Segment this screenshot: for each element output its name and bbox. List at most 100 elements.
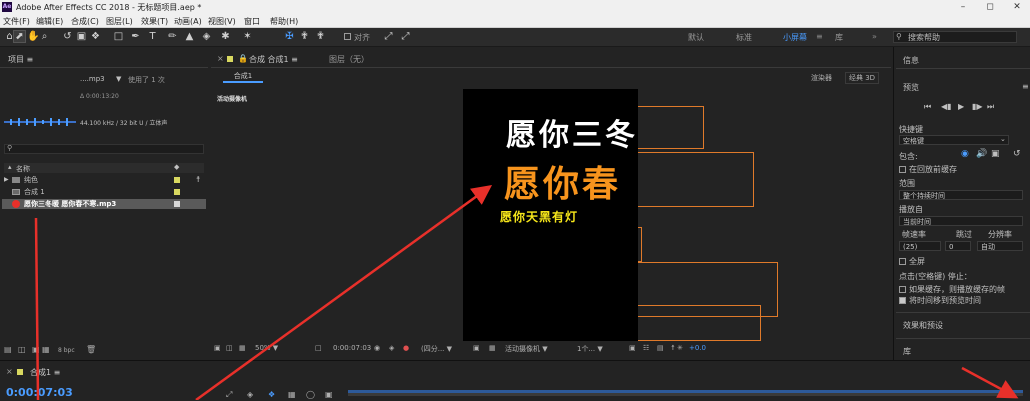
classic-3d-button[interactable]: 经典 3D (845, 72, 880, 84)
framerate-dropdown[interactable]: (25) (899, 241, 941, 251)
type-tool-icon[interactable]: T (147, 31, 158, 42)
snap-option-icon[interactable]: ⤢ (400, 31, 411, 42)
stop-option-1-checkbox[interactable] (899, 286, 906, 293)
menu-effect[interactable]: 效果(T) (141, 16, 168, 27)
layer-tab[interactable]: 图层（无） (329, 54, 369, 65)
brush-tool-icon[interactable]: ✏ (167, 31, 178, 42)
list-item[interactable]: 合成 1 (2, 187, 206, 197)
cache-before-play-checkbox[interactable] (899, 166, 906, 173)
subtitle-line-1[interactable]: 愿你三冬 (506, 110, 638, 154)
flowchart-icon[interactable]: ☨ (196, 175, 200, 185)
workspace-library[interactable]: 库 (835, 32, 843, 43)
menu-composition[interactable]: 合成(C) (71, 16, 99, 27)
reset-exposure-icon[interactable]: ✳ (677, 344, 683, 352)
workspace-standard[interactable]: 标准 (736, 32, 752, 43)
local-axis-icon[interactable]: ✠ (284, 31, 295, 42)
timeline-tab[interactable]: 合成1 ≡ (30, 367, 60, 378)
comp-tab[interactable]: 合成 合成1 ≡ (249, 54, 298, 65)
views-dropdown[interactable]: 1个... ▼ (577, 344, 603, 354)
preview-tab[interactable]: 预览 (903, 82, 919, 93)
effects-presets-tab[interactable]: 效果和预设 (903, 320, 943, 331)
label-color[interactable] (174, 189, 180, 195)
resolution-dropdown[interactable]: (四分... ▼ (421, 344, 452, 354)
interpret-footage-icon[interactable]: ▤ (4, 345, 12, 354)
zoom-tool-icon[interactable]: ⌕ (39, 31, 50, 42)
column-name[interactable]: 名称 (16, 164, 30, 174)
list-item[interactable]: 愿你三冬暖 愿你春不寒.mp3 (2, 199, 206, 209)
timeline-icon[interactable]: ▤ (657, 344, 664, 352)
selection-tool-icon[interactable]: ⬈ (13, 30, 26, 43)
info-tab[interactable]: 信息 (903, 55, 919, 66)
prev-frame-icon[interactable]: ◀▮ (941, 102, 952, 111)
menu-animation[interactable]: 动画(A) (174, 16, 202, 27)
color-channel-icon[interactable]: ● (403, 344, 409, 352)
toggle-pixel-aspect-icon[interactable]: ▣ (629, 344, 636, 352)
label-color[interactable] (174, 201, 180, 207)
maximize-icon[interactable]: ◻ (977, 0, 1003, 14)
delete-icon[interactable]: 🗑 (86, 345, 96, 354)
comp-flowchart-icon[interactable]: ☨ (671, 344, 675, 352)
workspace-overflow-icon[interactable]: » (872, 32, 877, 41)
pen-tool-icon[interactable]: ✒ (130, 31, 141, 42)
align-checkbox[interactable] (344, 33, 351, 40)
fullscreen-checkbox[interactable] (899, 258, 906, 265)
zoom-dropdown[interactable]: 50% ▼ (255, 344, 278, 352)
panel-menu-icon[interactable]: ≡ (1022, 82, 1029, 91)
play-icon[interactable]: ▶ (958, 102, 964, 111)
next-frame-icon[interactable]: ▮▶ (972, 102, 983, 111)
minimize-icon[interactable]: – (950, 0, 976, 14)
camera-dropdown[interactable]: 活动摄像机 ▼ (505, 344, 548, 354)
help-search-input[interactable]: 搜索帮助 (893, 31, 1017, 43)
region-of-interest-icon[interactable]: ◫ (226, 344, 233, 352)
always-preview-icon[interactable]: ▣ (214, 344, 221, 352)
workspace-small-screen[interactable]: 小屏幕 (783, 32, 807, 43)
exposure-value[interactable]: +0.0 (689, 344, 706, 352)
dropdown-arrow-icon[interactable]: ⌄ (1000, 135, 1006, 143)
workspace-default[interactable]: 默认 (688, 32, 704, 43)
renderer-label[interactable]: 渲染器 (811, 73, 832, 83)
dropdown-arrow-icon[interactable]: ▼ (116, 75, 121, 83)
label-color[interactable] (174, 177, 180, 183)
menu-layer[interactable]: 图层(L) (106, 16, 133, 27)
shortcut-dropdown[interactable]: 空格键 (899, 135, 1009, 145)
fast-preview-icon[interactable]: ▣ (473, 344, 480, 352)
draft-3d-icon[interactable]: ◈ (247, 390, 253, 399)
project-search-input[interactable]: ⚲ (4, 144, 204, 154)
menu-view[interactable]: 视图(V) (208, 16, 236, 27)
new-folder-icon[interactable]: ◫ (18, 345, 26, 354)
world-axis-icon[interactable]: ✟ (299, 31, 310, 42)
last-frame-icon[interactable]: ⏭ (987, 102, 994, 112)
motion-blur-icon[interactable]: ◯ (306, 390, 315, 399)
folder-toggle-icon[interactable]: ▶ (4, 175, 9, 185)
workspace-menu-icon[interactable]: ≡ (816, 32, 823, 41)
time-ruler[interactable] (348, 390, 1023, 396)
current-time[interactable]: 0:00:07:03 (333, 344, 371, 352)
close-icon[interactable]: × (217, 54, 224, 63)
camera-tool-icon[interactable]: ▣ (76, 31, 87, 42)
menu-help[interactable]: 帮助(H) (270, 16, 298, 27)
rotate-tool-icon[interactable]: ↺ (62, 31, 73, 42)
resolution-dropdown[interactable]: 自动 (977, 241, 1023, 251)
subtitle-line-2[interactable]: 愿你春 (504, 155, 621, 207)
overlay-icon[interactable]: ▣ (991, 149, 1000, 159)
menu-edit[interactable]: 编辑(E) (36, 16, 63, 27)
audio-icon[interactable]: 🔊 (976, 149, 987, 159)
puppet-tool-icon[interactable]: ✶ (242, 31, 253, 42)
comp-sub-tab[interactable]: 合成1 (223, 71, 263, 83)
hide-shy-layers-icon[interactable]: ❖ (268, 390, 275, 399)
bit-depth[interactable]: 8 bpc (58, 347, 75, 354)
lock-icon[interactable]: 🔒 (238, 54, 248, 63)
stop-option-2-checkbox[interactable] (899, 297, 906, 304)
view-axis-icon[interactable]: ✟ (315, 31, 326, 42)
video-icon[interactable]: ◉ (961, 149, 969, 159)
label-column-icon[interactable]: ◆ (174, 163, 179, 171)
roto-brush-tool-icon[interactable]: ✱ (220, 31, 231, 42)
expand-icon[interactable]: ▴ (8, 163, 12, 171)
text-layer-bounding-box[interactable] (636, 305, 761, 341)
snap-icon[interactable]: ⤢ (383, 31, 394, 42)
transparency-grid-icon[interactable]: □ (315, 344, 322, 352)
project-settings-icon[interactable]: ▦ (42, 345, 50, 354)
project-tab[interactable]: 项目 ≡ (8, 54, 33, 65)
menu-file[interactable]: 文件(F) (3, 16, 30, 27)
range-dropdown[interactable]: 整个持续时间 (899, 190, 1023, 200)
